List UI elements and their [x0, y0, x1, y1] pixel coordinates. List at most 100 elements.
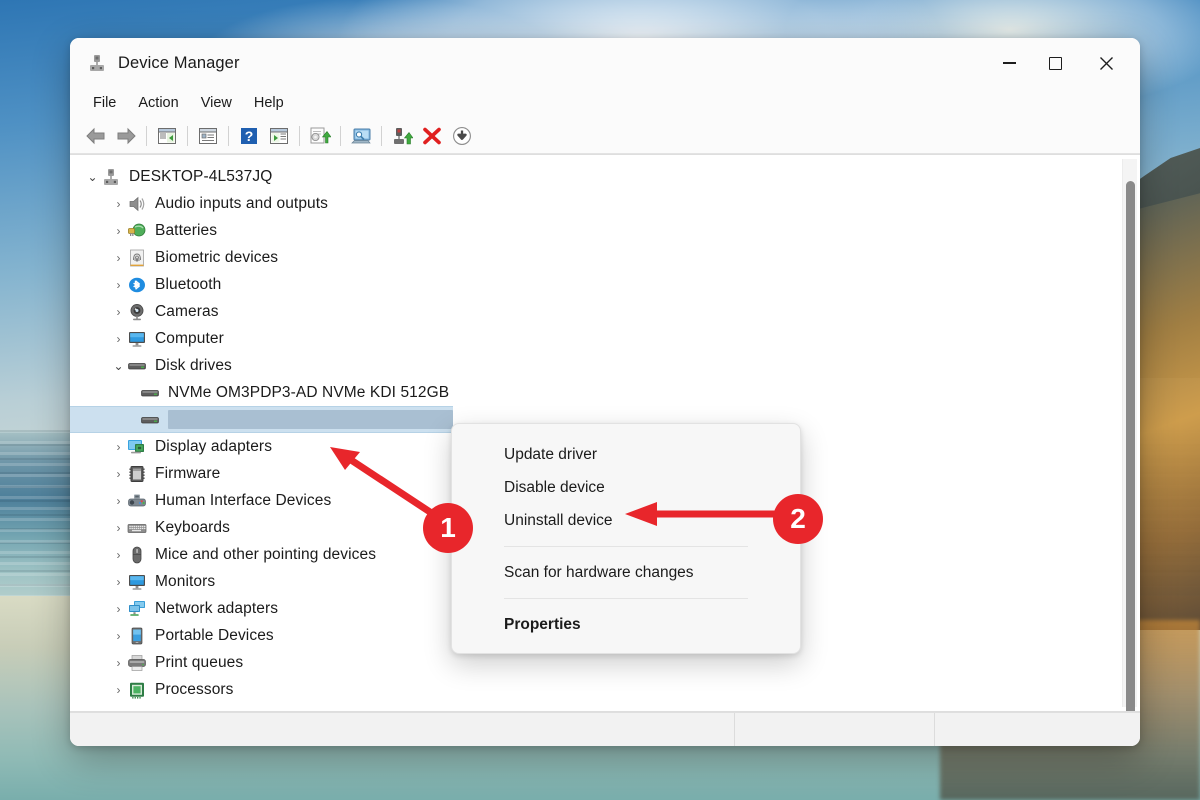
vertical-scrollbar[interactable] [1122, 159, 1137, 711]
tree-node-label: Cameras [155, 302, 219, 320]
mouse-icon [127, 546, 147, 564]
minimize-icon [1002, 62, 1016, 64]
uninstall-device-icon [423, 127, 441, 144]
context-menu-separator [504, 598, 748, 599]
network-adapter-icon [127, 600, 147, 618]
toolbar-separator [146, 125, 147, 146]
ctx-properties[interactable]: Properties [452, 608, 800, 641]
menu-help[interactable]: Help [243, 92, 295, 114]
properties-button[interactable] [193, 122, 223, 150]
show-hide-console-tree-button[interactable] [152, 122, 182, 150]
tree-node-label: Network adapters [155, 599, 279, 617]
tree-node-selected-device[interactable] [70, 406, 453, 433]
sidebar-item-cameras[interactable]: › Cameras [70, 298, 1140, 325]
tree-node-label: Monitors [155, 572, 216, 590]
chevron-right-icon[interactable]: › [110, 441, 127, 453]
disable-device-button[interactable] [447, 122, 477, 150]
portable-device-icon [127, 627, 147, 645]
chevron-down-icon[interactable]: ⌄ [110, 360, 127, 372]
menu-view[interactable]: View [190, 92, 243, 114]
tree-node-nvme-drive[interactable]: NVMe OM3PDP3-AD NVMe KDI 512GB [70, 379, 1140, 406]
bluetooth-icon [127, 276, 147, 294]
tree-node-root[interactable]: ⌄ DESKTOP-4L537JQ [70, 163, 1140, 190]
chevron-right-icon[interactable]: › [110, 252, 127, 264]
window-controls [986, 38, 1140, 88]
sidebar-item-processors[interactable]: › Processors [70, 676, 1140, 703]
svg-text:?: ? [245, 128, 254, 144]
scrollbar-thumb[interactable] [1126, 181, 1135, 711]
ctx-disable-device[interactable]: Disable device [452, 471, 800, 504]
back-button[interactable] [81, 122, 111, 150]
show-hide-action-pane-button[interactable] [264, 122, 294, 150]
chevron-right-icon[interactable]: › [110, 279, 127, 291]
redacted-device-name [168, 410, 453, 429]
sidebar-item-audio[interactable]: › Audio inputs and outputs [70, 190, 1140, 217]
sidebar-item-bluetooth[interactable]: › Bluetooth [70, 271, 1140, 298]
chevron-right-icon[interactable]: › [110, 630, 127, 642]
camera-icon [127, 303, 147, 321]
ctx-update-driver[interactable]: Update driver [452, 438, 800, 471]
toolbar-separator [340, 125, 341, 146]
chevron-right-icon[interactable]: › [110, 603, 127, 615]
sidebar-item-biometric[interactable]: › Biometric devices [70, 244, 1140, 271]
menu-action[interactable]: Action [127, 92, 189, 114]
tree-node-label: Bluetooth [155, 275, 222, 293]
chevron-down-icon[interactable]: ⌄ [84, 171, 101, 183]
close-icon [1099, 56, 1113, 70]
menu-bar: File Action View Help [70, 88, 1140, 118]
speaker-icon [127, 195, 147, 213]
annotation-badge-2: 2 [773, 494, 823, 544]
sidebar-item-computer[interactable]: › Computer [70, 325, 1140, 352]
status-cell-1 [70, 713, 735, 746]
toolbar-separator [187, 125, 188, 146]
close-button[interactable] [1078, 38, 1134, 88]
printer-icon [127, 654, 147, 672]
tree-node-label: Processors [155, 680, 234, 698]
chevron-right-icon[interactable]: › [110, 684, 127, 696]
chevron-right-icon[interactable]: › [110, 549, 127, 561]
monitor-icon [127, 330, 147, 348]
context-menu-separator [504, 546, 748, 547]
enable-device-icon [394, 127, 413, 144]
tree-node-label: Computer [155, 329, 224, 347]
hid-icon [127, 492, 147, 510]
forward-icon [117, 127, 136, 144]
chevron-right-icon[interactable]: › [110, 522, 127, 534]
forward-button[interactable] [111, 122, 141, 150]
monitor-icon [127, 573, 147, 591]
ctx-scan-hardware-changes[interactable]: Scan for hardware changes [452, 556, 800, 589]
annotation-badge-1: 1 [423, 503, 473, 553]
scan-for-hardware-changes-button[interactable] [346, 122, 376, 150]
chevron-right-icon[interactable]: › [110, 198, 127, 210]
chevron-right-icon[interactable]: › [110, 495, 127, 507]
update-driver-button[interactable] [305, 122, 335, 150]
minimize-button[interactable] [986, 38, 1032, 88]
chevron-right-icon[interactable]: › [110, 576, 127, 588]
chevron-right-icon[interactable]: › [110, 333, 127, 345]
menu-file[interactable]: File [82, 92, 127, 114]
enable-device-button[interactable] [387, 122, 417, 150]
properties-icon [199, 127, 217, 144]
chevron-right-icon[interactable]: › [110, 225, 127, 237]
keyboard-icon [127, 519, 147, 537]
tree-node-label: Print queues [155, 653, 244, 671]
toolbar-separator [381, 125, 382, 146]
tree-node-label: Keyboards [155, 518, 231, 536]
disk-drive-icon [127, 357, 147, 375]
ctx-uninstall-device[interactable]: Uninstall device [452, 504, 800, 537]
help-button[interactable]: ? [234, 122, 264, 150]
display-adapter-icon [127, 438, 147, 456]
tree-node-label: Audio inputs and outputs [155, 194, 329, 212]
maximize-button[interactable] [1032, 38, 1078, 88]
window-titlebar[interactable]: Device Manager [70, 38, 1140, 88]
fingerprint-icon [127, 249, 147, 267]
chevron-right-icon[interactable]: › [110, 468, 127, 480]
status-cell-3 [935, 713, 1140, 746]
sidebar-item-disk-drives[interactable]: ⌄ Disk drives [70, 352, 1140, 379]
chevron-right-icon[interactable]: › [110, 657, 127, 669]
update-driver-icon [310, 127, 331, 143]
sidebar-item-batteries[interactable]: › Batteries [70, 217, 1140, 244]
chevron-right-icon[interactable]: › [110, 306, 127, 318]
disk-drive-icon [140, 411, 160, 429]
uninstall-device-button[interactable] [417, 122, 447, 150]
